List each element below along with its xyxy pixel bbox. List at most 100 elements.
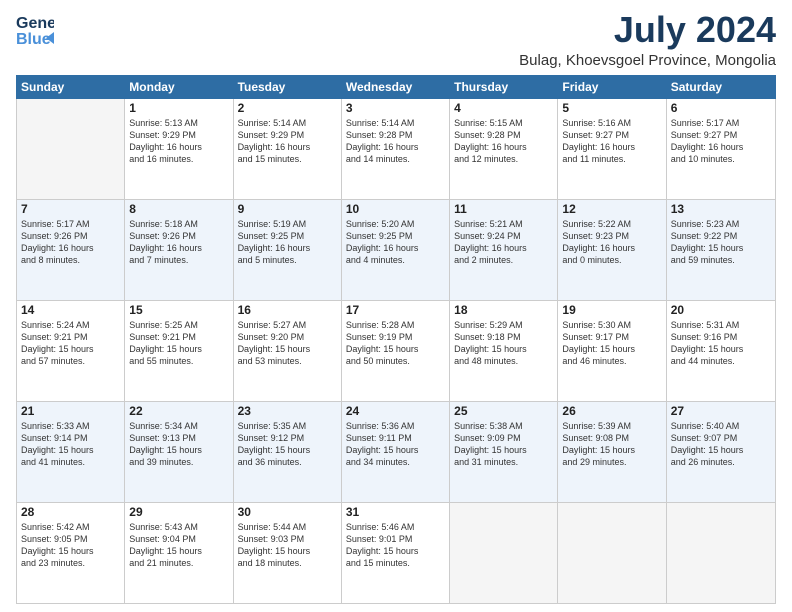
cell-info: Sunrise: 5:46 AMSunset: 9:01 PMDaylight:… [346, 521, 445, 570]
calendar-week-5: 28Sunrise: 5:42 AMSunset: 9:05 PMDayligh… [17, 503, 775, 603]
daylight-text: Daylight: 15 hours [21, 545, 120, 557]
cell-info: Sunrise: 5:44 AMSunset: 9:03 PMDaylight:… [238, 521, 337, 570]
sunset-text: Sunset: 9:16 PM [671, 331, 771, 343]
sunrise-text: Sunrise: 5:36 AM [346, 420, 445, 432]
calendar-cell: 19Sunrise: 5:30 AMSunset: 9:17 PMDayligh… [558, 301, 666, 401]
calendar-cell: 3Sunrise: 5:14 AMSunset: 9:28 PMDaylight… [342, 99, 450, 199]
daylight-text-2: and 36 minutes. [238, 456, 337, 468]
day-number: 7 [21, 202, 120, 216]
day-number: 21 [21, 404, 120, 418]
sunset-text: Sunset: 9:21 PM [21, 331, 120, 343]
calendar-week-2: 7Sunrise: 5:17 AMSunset: 9:26 PMDaylight… [17, 200, 775, 301]
day-number: 12 [562, 202, 661, 216]
calendar-cell: 27 Sunrise: 5:40 AMSunset: 9:07 PMDayligh… [667, 402, 775, 502]
sunrise-text: Sunrise: 5:29 AM [454, 319, 553, 331]
daylight-text-2: and 10 minutes. [671, 153, 771, 165]
sunset-text: Sunset: 9:14 PM [21, 432, 120, 444]
daylight-text: Daylight: 15 hours [671, 242, 771, 254]
daylight-text: Daylight: 16 hours [562, 242, 661, 254]
calendar-cell: 13Sunrise: 5:23 AMSunset: 9:22 PMDayligh… [667, 200, 775, 300]
daylight-text: Daylight: 16 hours [346, 141, 445, 153]
cell-info: Sunrise: 5:21 AMSunset: 9:24 PMDaylight:… [454, 218, 553, 267]
sunrise-text: Sunrise: 5:34 AM [129, 420, 228, 432]
day-number: 13 [671, 202, 771, 216]
sunrise-text: Sunrise: 5:42 AM [21, 521, 120, 533]
daylight-text: Daylight: 15 hours [346, 545, 445, 557]
sunset-text: Sunset: 9:24 PM [454, 230, 553, 242]
sunset-text: Sunset: 9:11 PM [346, 432, 445, 444]
calendar-cell: 16Sunrise: 5:27 AMSunset: 9:20 PMDayligh… [234, 301, 342, 401]
daylight-text: Daylight: 15 hours [129, 545, 228, 557]
calendar: Sunday Monday Tuesday Wednesday Thursday… [16, 75, 776, 604]
sunset-text: Sunset: 9:29 PM [129, 129, 228, 141]
header-wednesday: Wednesday [342, 76, 450, 98]
daylight-text: Daylight: 16 hours [454, 242, 553, 254]
daylight-text: Daylight: 15 hours [238, 444, 337, 456]
cell-info: Sunrise: 5:13 AMSunset: 9:29 PMDaylight:… [129, 117, 228, 166]
daylight-text: Daylight: 15 hours [671, 444, 771, 456]
calendar-cell: 26Sunrise: 5:39 AMSunset: 9:08 PMDayligh… [558, 402, 666, 502]
cell-info: Sunrise: 5:40 AMSunset: 9:07 PMDaylight:… [671, 420, 771, 469]
sunset-text: Sunset: 9:29 PM [238, 129, 337, 141]
daylight-text: Daylight: 15 hours [562, 444, 661, 456]
daylight-text: Daylight: 16 hours [562, 141, 661, 153]
day-number: 27 [671, 404, 771, 418]
daylight-text-2: and 31 minutes. [454, 456, 553, 468]
sunrise-text: Sunrise: 5:13 AM [129, 117, 228, 129]
calendar-cell: 4Sunrise: 5:15 AMSunset: 9:28 PMDaylight… [450, 99, 558, 199]
daylight-text-2: and 53 minutes. [238, 355, 337, 367]
calendar-cell: 21Sunrise: 5:33 AMSunset: 9:14 PMDayligh… [17, 402, 125, 502]
sunrise-text: Sunrise: 5:21 AM [454, 218, 553, 230]
day-number: 22 [129, 404, 228, 418]
daylight-text-2: and 8 minutes. [21, 254, 120, 266]
day-number: 29 [129, 505, 228, 519]
day-number: 19 [562, 303, 661, 317]
daylight-text-2: and 7 minutes. [129, 254, 228, 266]
sunrise-text: Sunrise: 5:25 AM [129, 319, 228, 331]
daylight-text-2: and 23 minutes. [21, 557, 120, 569]
daylight-text-2: and 46 minutes. [562, 355, 661, 367]
cell-info: Sunrise: 5:25 AMSunset: 9:21 PMDaylight:… [129, 319, 228, 368]
day-number: 14 [21, 303, 120, 317]
calendar-cell: 2Sunrise: 5:14 AMSunset: 9:29 PMDaylight… [234, 99, 342, 199]
daylight-text-2: and 0 minutes. [562, 254, 661, 266]
daylight-text-2: and 55 minutes. [129, 355, 228, 367]
daylight-text-2: and 14 minutes. [346, 153, 445, 165]
calendar-cell: 29Sunrise: 5:43 AMSunset: 9:04 PMDayligh… [125, 503, 233, 603]
daylight-text: Daylight: 15 hours [346, 343, 445, 355]
sunrise-text: Sunrise: 5:44 AM [238, 521, 337, 533]
location-title: Bulag, Khoevsgoel Province, Mongolia [519, 52, 776, 69]
sunrise-text: Sunrise: 5:46 AM [346, 521, 445, 533]
cell-info: Sunrise: 5:19 AMSunset: 9:25 PMDaylight:… [238, 218, 337, 267]
daylight-text-2: and 57 minutes. [21, 355, 120, 367]
header-friday: Friday [558, 76, 666, 98]
cell-info: Sunrise: 5:36 AMSunset: 9:11 PMDaylight:… [346, 420, 445, 469]
daylight-text: Daylight: 15 hours [238, 545, 337, 557]
sunset-text: Sunset: 9:12 PM [238, 432, 337, 444]
daylight-text: Daylight: 15 hours [671, 343, 771, 355]
cell-info: Sunrise: 5:16 AMSunset: 9:27 PMDaylight:… [562, 117, 661, 166]
day-number: 31 [346, 505, 445, 519]
sunrise-text: Sunrise: 5:14 AM [346, 117, 445, 129]
calendar-cell: 24Sunrise: 5:36 AMSunset: 9:11 PMDayligh… [342, 402, 450, 502]
month-title: July 2024 [519, 10, 776, 50]
calendar-cell: 1Sunrise: 5:13 AMSunset: 9:29 PMDaylight… [125, 99, 233, 199]
day-number: 6 [671, 101, 771, 115]
day-number: 2 [238, 101, 337, 115]
daylight-text: Daylight: 15 hours [21, 343, 120, 355]
sunrise-text: Sunrise: 5:15 AM [454, 117, 553, 129]
sunrise-text: Sunrise: 5:18 AM [129, 218, 228, 230]
calendar-header: Sunday Monday Tuesday Wednesday Thursday… [16, 75, 776, 99]
daylight-text-2: and 44 minutes. [671, 355, 771, 367]
daylight-text-2: and 5 minutes. [238, 254, 337, 266]
daylight-text-2: and 16 minutes. [129, 153, 228, 165]
sunrise-text: Sunrise: 5:39 AM [562, 420, 661, 432]
daylight-text: Daylight: 16 hours [454, 141, 553, 153]
calendar-cell: 9Sunrise: 5:19 AMSunset: 9:25 PMDaylight… [234, 200, 342, 300]
title-area: July 2024 Bulag, Khoevsgoel Province, Mo… [519, 10, 776, 69]
cell-info: Sunrise: 5:42 AMSunset: 9:05 PMDaylight:… [21, 521, 120, 570]
sunset-text: Sunset: 9:13 PM [129, 432, 228, 444]
daylight-text: Daylight: 15 hours [238, 343, 337, 355]
daylight-text-2: and 15 minutes. [346, 557, 445, 569]
daylight-text: Daylight: 15 hours [129, 444, 228, 456]
